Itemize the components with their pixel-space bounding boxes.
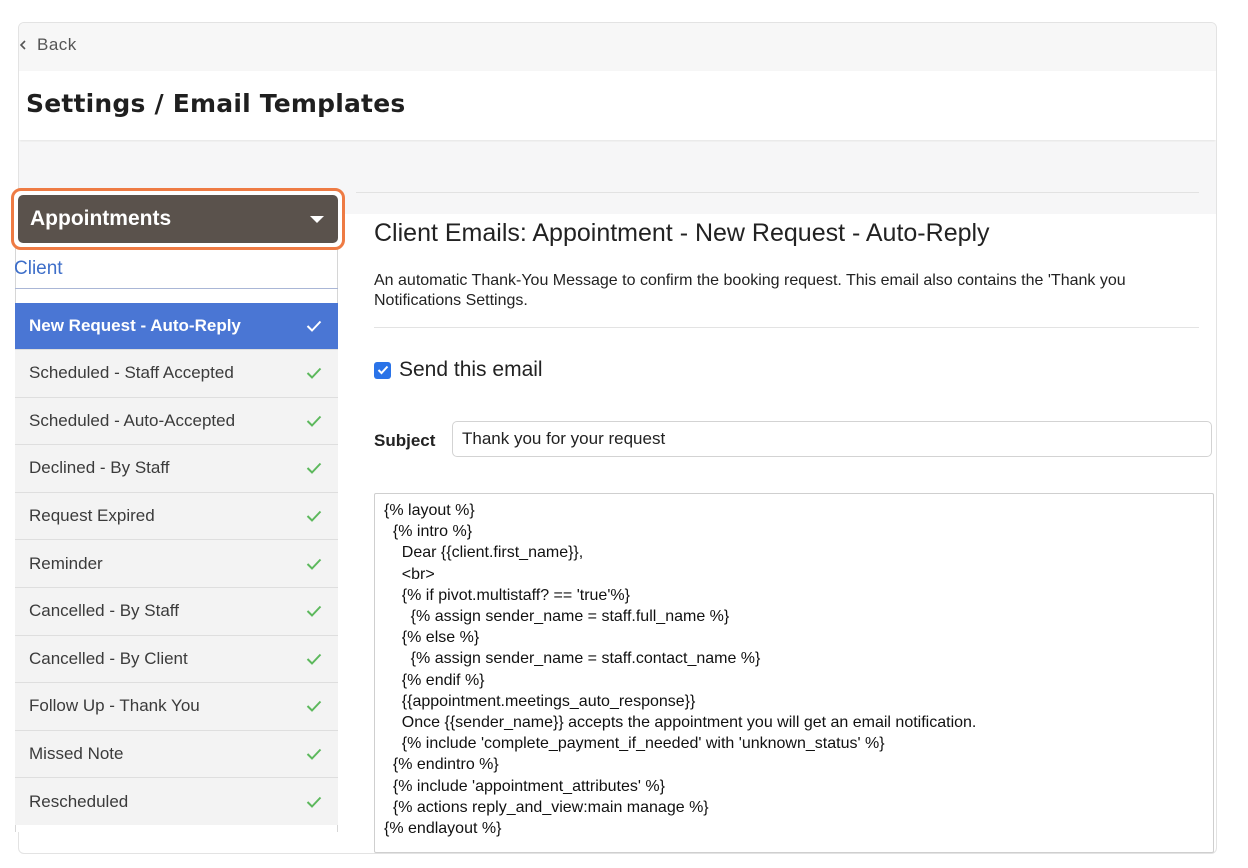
divider [374, 327, 1199, 328]
sidebar-item-label: Scheduled - Auto-Accepted [29, 410, 236, 430]
template-list: New Request - Auto-Reply Scheduled - Staf… [15, 303, 338, 825]
sidebar-item[interactable]: Follow Up - Thank You [15, 682, 338, 730]
back-label: Back [37, 35, 77, 54]
sidebar-item[interactable]: Cancelled - By Client [15, 634, 338, 683]
checkmark-icon [306, 558, 322, 570]
send-email-toggle[interactable]: Send this email [374, 358, 543, 382]
page-title: Settings / Email Templates [26, 89, 406, 118]
dropdown-label: Appointments [30, 207, 172, 230]
subject-label: Subject [374, 431, 436, 450]
sidebar-item[interactable]: Missed Note [15, 729, 338, 778]
email-body-editor[interactable]: {% layout %} {% intro %} Dear {{client.f… [374, 493, 1214, 853]
category-dropdown-highlight: Appointments [11, 188, 345, 250]
sidebar-item-label: Request Expired [29, 506, 155, 526]
sidebar-item-label: Cancelled - By Staff [29, 601, 179, 621]
sidebar-item-label: Declined - By Staff [29, 458, 170, 478]
checkmark-icon [306, 510, 322, 523]
group-label-client: Client [14, 258, 63, 279]
checkmark-icon [306, 320, 322, 332]
sidebar-item[interactable]: Request Expired [15, 491, 338, 540]
sidebar-item[interactable]: New Request - Auto-Reply [15, 303, 338, 349]
category-dropdown[interactable]: Appointments [18, 195, 338, 243]
sidebar-item[interactable]: Reminder [15, 539, 338, 587]
sidebar-item[interactable]: Declined - By Staff [15, 444, 338, 492]
back-button[interactable]: Back [19, 35, 77, 55]
sidebar-item-label: Cancelled - By Client [29, 648, 188, 668]
sidebar-item[interactable]: Scheduled - Auto-Accepted [15, 396, 338, 445]
title-bar: Settings / Email Templates [19, 71, 1216, 140]
sidebar-item[interactable]: Scheduled - Staff Accepted [15, 349, 338, 397]
subject-input[interactable] [452, 421, 1212, 457]
top-bar: Back [19, 23, 1216, 71]
checkmark-icon [306, 606, 322, 618]
group-divider [15, 288, 338, 289]
sidebar-item-label: Scheduled - Staff Accepted [29, 363, 234, 383]
send-email-label: Send this email [399, 358, 543, 381]
sidebar-item-label: Rescheduled [29, 791, 129, 811]
caret-down-icon [310, 215, 324, 223]
checkmark-icon [306, 796, 322, 808]
template-editor: Client Emails: Appointment - New Request… [356, 192, 1214, 853]
template-description: An automatic Thank-You Message to confir… [374, 272, 1126, 309]
checkmark-icon [306, 701, 322, 713]
sidebar-item[interactable]: Rescheduled [15, 777, 338, 825]
checkmark-icon [306, 748, 322, 760]
sidebar-item-label: Follow Up - Thank You [29, 696, 200, 716]
checkmark-icon [306, 415, 322, 427]
template-title: Client Emails: Appointment - New Request… [374, 219, 990, 247]
sidebar-item[interactable]: Cancelled - By Staff [15, 586, 338, 635]
checkmark-icon [306, 463, 322, 475]
send-email-checkbox[interactable] [374, 361, 391, 379]
sidebar-item-label: Reminder [29, 553, 103, 573]
checkmark-icon [377, 365, 388, 375]
checkmark-icon [306, 368, 322, 380]
sidebar-item-label: New Request - Auto-Reply [29, 316, 241, 335]
checkmark-icon [306, 653, 322, 665]
sidebar-item-label: Missed Note [29, 744, 124, 764]
chevron-left-icon [19, 40, 26, 50]
